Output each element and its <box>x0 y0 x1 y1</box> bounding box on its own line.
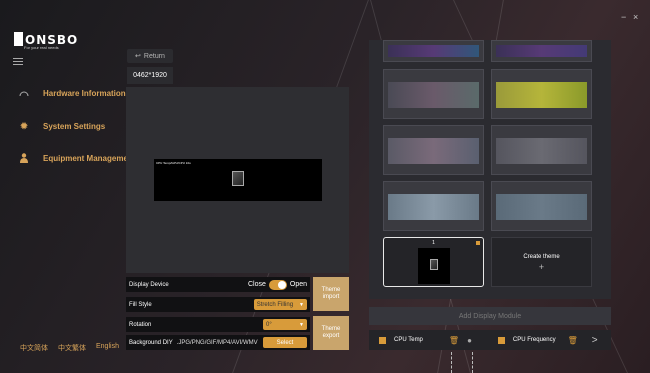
language-switcher: 中文简体 中文繁体 English <box>20 343 119 353</box>
rotation-select[interactable]: 0° ▼ <box>263 319 307 330</box>
return-button[interactable]: ↩ Return <box>127 49 173 63</box>
modules-bar: CPU Temp 🗑 ● CPU Frequency 🗑 > <box>369 330 611 350</box>
sidebar-item-label: Equipment Management <box>43 153 136 163</box>
theme-preview <box>418 248 450 284</box>
toggle-on-label: Open <box>289 281 307 288</box>
gauge-icon <box>18 88 30 98</box>
create-theme-label: Create theme <box>523 254 560 260</box>
preview-image-icon <box>232 171 244 186</box>
select-background-button[interactable]: Select <box>263 337 307 348</box>
resolution-label: 0462*1920 <box>127 67 173 84</box>
logo: ONSBO <box>14 32 78 46</box>
image-icon <box>430 259 438 270</box>
sidebar-item-system-settings[interactable]: ✹ System Settings <box>18 121 105 131</box>
drag-handle-icon[interactable]: ● <box>467 336 472 345</box>
theme-thumbnail-selected[interactable]: 1 <box>383 237 484 287</box>
theme-thumbnail[interactable] <box>383 181 484 231</box>
theme-import-button[interactable]: Theme import <box>313 277 349 311</box>
return-arrow-icon: ↩ <box>135 53 141 60</box>
display-device-toggle[interactable] <box>268 279 287 290</box>
background-label: Background DIY <box>129 339 173 346</box>
trash-icon[interactable]: 🗑 <box>449 336 459 345</box>
module-color-icon <box>497 336 505 344</box>
theme-export-button[interactable]: Theme export <box>313 316 349 350</box>
sidebar-item-label: Hardware Information <box>43 88 126 98</box>
return-label: Return <box>143 52 165 60</box>
menu-icon[interactable] <box>13 58 23 67</box>
theme-thumbnail[interactable] <box>491 125 592 175</box>
sidebar-item-hardware[interactable]: Hardware Information <box>18 88 126 98</box>
minimize-button[interactable]: − <box>621 12 626 22</box>
fill-style-value: Stretch Filling <box>256 301 294 308</box>
display-device-label: Display Device <box>129 281 169 288</box>
background-formats: .JPG/PNG/GIF/MP4/AVI/WMV <box>176 339 258 346</box>
chevron-down-icon: ▼ <box>299 321 304 328</box>
background-row: Background DIY .JPG/PNG/GIF/MP4/AVI/WMV … <box>126 335 310 350</box>
fill-style-select[interactable]: Stretch Filling ▼ <box>253 299 307 310</box>
rotation-value: 0° <box>266 321 272 328</box>
language-option[interactable]: 中文简体 <box>20 343 48 353</box>
module-item[interactable]: CPU Frequency <box>513 337 556 343</box>
rotation-row: Rotation 0° ▼ <box>126 317 310 332</box>
fill-style-label: Fill Style <box>129 301 152 308</box>
theme-thumbnail[interactable] <box>383 125 484 175</box>
create-theme-button[interactable]: Create theme + <box>491 237 592 287</box>
theme-thumbnail[interactable] <box>491 40 592 62</box>
theme-thumbnail[interactable] <box>383 69 484 119</box>
plus-icon: + <box>538 262 545 272</box>
delete-theme-icon[interactable] <box>476 241 480 245</box>
fill-style-row: Fill Style Stretch Filling ▼ <box>126 297 310 312</box>
add-display-module-button[interactable]: Add Display Module <box>369 307 611 325</box>
user-icon <box>18 153 30 163</box>
connector-line <box>451 352 452 373</box>
module-item[interactable]: CPU Temp <box>394 337 423 343</box>
language-option[interactable]: English <box>96 343 119 353</box>
trash-icon[interactable]: 🗑 <box>568 336 578 345</box>
language-option[interactable]: 中文繁体 <box>58 343 86 353</box>
theme-thumbnail[interactable] <box>491 181 592 231</box>
display-device-row: Display Device Close Open <box>126 277 310 292</box>
app-window: − × ONSBO For your real needs Hardware I… <box>0 0 650 373</box>
theme-number: 1 <box>432 240 435 246</box>
theme-thumbnail[interactable] <box>383 40 484 62</box>
sidebar-item-label: System Settings <box>43 121 106 131</box>
connector-line <box>472 352 473 373</box>
toggle-off-label: Close <box>247 281 266 288</box>
logo-mark-icon <box>14 32 23 46</box>
gear-icon: ✹ <box>20 120 28 131</box>
chevron-down-icon: ▼ <box>299 301 304 308</box>
module-color-icon <box>379 336 386 344</box>
sidebar-item-equipment[interactable]: Equipment Management <box>18 153 135 163</box>
close-button[interactable]: × <box>633 12 638 22</box>
preview-text: CPU Temp/GPU/CPU Info <box>156 161 191 165</box>
next-arrow-icon[interactable]: > <box>592 335 598 346</box>
theme-thumbnail[interactable] <box>491 69 592 119</box>
rotation-label: Rotation <box>129 321 152 328</box>
screen-preview[interactable]: CPU Temp/GPU/CPU Info <box>154 159 322 201</box>
logo-tagline: For your real needs <box>24 45 59 50</box>
